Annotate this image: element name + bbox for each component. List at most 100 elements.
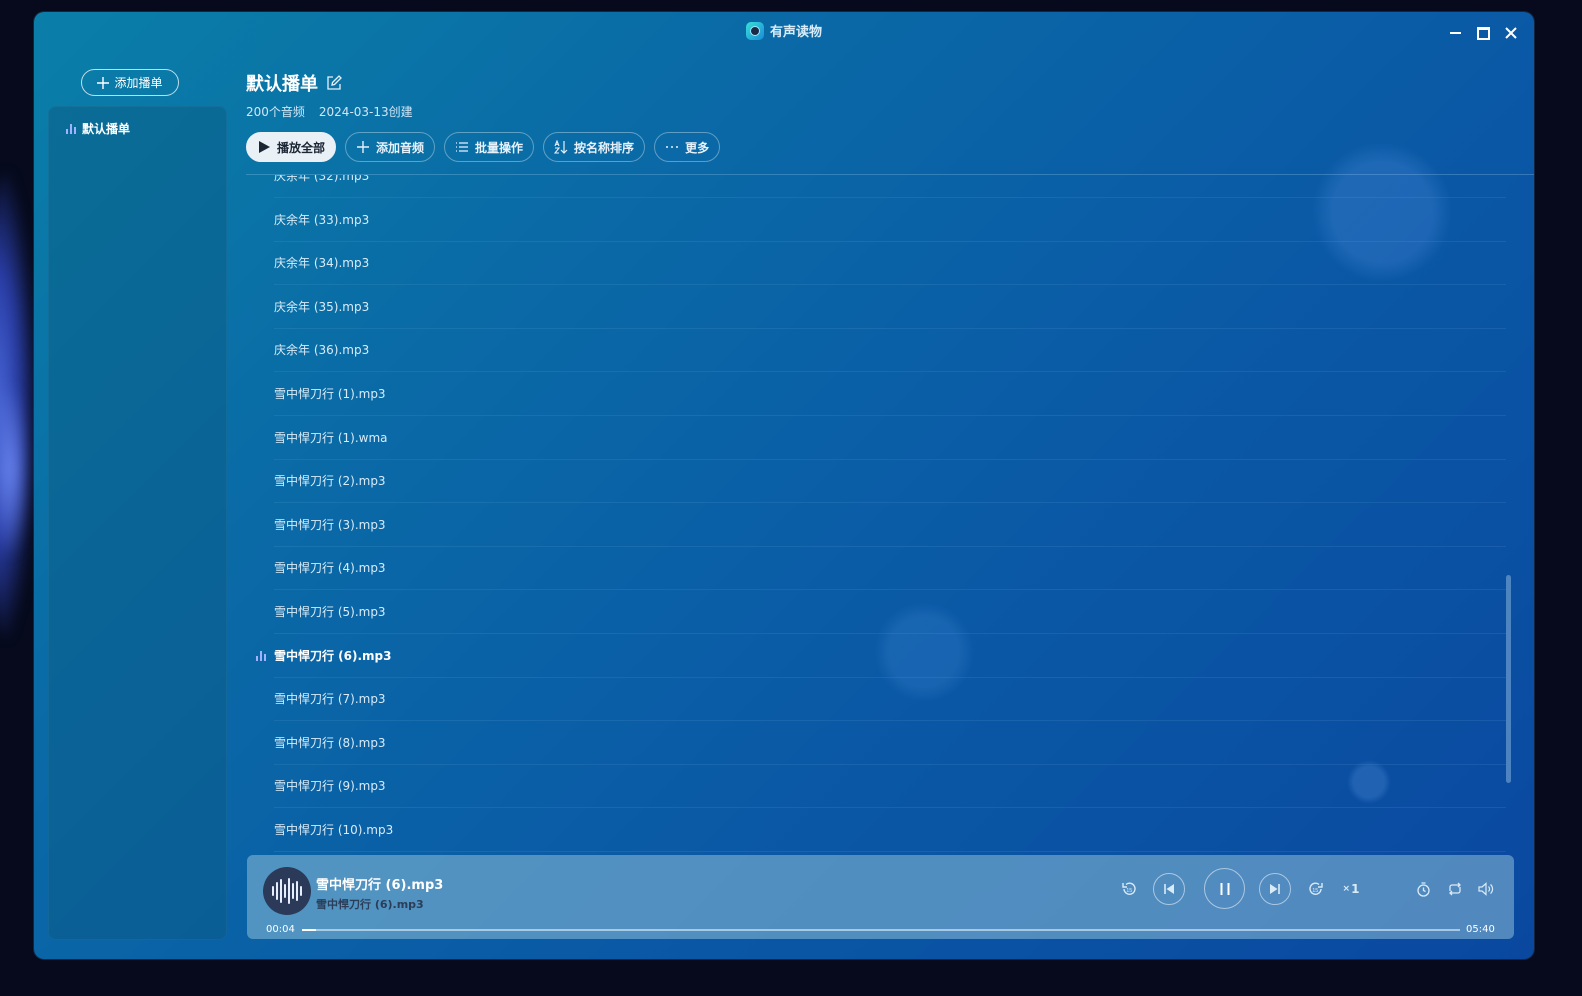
toolbar: 播放全部 添加音频 批量操作 按名称排序 更多: [246, 132, 721, 162]
track-row[interactable]: 庆余年 (34).mp3: [274, 242, 1506, 286]
volume-icon: [1478, 882, 1494, 896]
add-playlist-label: 添加播单: [114, 76, 163, 90]
sidebar-item-label: 默认播单: [82, 122, 131, 136]
progress-bar[interactable]: [302, 929, 1460, 931]
maximize-icon: [1476, 26, 1490, 40]
current-time: 00:04: [266, 924, 295, 935]
title-bar: 有声读物: [34, 12, 1534, 52]
track-name: 雪中悍刀行 (8).mp3: [274, 735, 386, 750]
speed-value: 1: [1351, 882, 1360, 896]
batch-operation-button[interactable]: 批量操作: [444, 132, 535, 162]
track-row[interactable]: 雪中悍刀行 (7).mp3: [274, 678, 1506, 722]
rewind-icon: 15: [1122, 882, 1136, 895]
skip-next-icon: [1270, 884, 1280, 894]
repeat-icon: [1449, 882, 1461, 896]
track-name: 雪中悍刀行 (6).mp3: [274, 648, 392, 663]
close-icon: [1505, 27, 1517, 39]
maximize-button[interactable]: [1472, 22, 1494, 44]
app-window: 有声读物 添加播单 默认播单 默认播单 200个音频 2024-03-13创建 …: [34, 12, 1534, 959]
track-name: 庆余年 (34).mp3: [274, 256, 370, 271]
track-row[interactable]: 雪中悍刀行 (2).mp3: [274, 460, 1506, 504]
ellipsis-icon: [666, 146, 679, 148]
created-date: 2024-03-13创建: [318, 105, 413, 119]
playlist-meta: 200个音频 2024-03-13创建: [246, 103, 413, 120]
track-row[interactable]: 雪中悍刀行 (3).mp3: [274, 504, 1506, 547]
track-row[interactable]: 雪中悍刀行 (1).wma: [274, 417, 1506, 460]
play-pause-button[interactable]: [1204, 868, 1245, 909]
add-audio-label: 添加音频: [376, 140, 425, 155]
previous-button[interactable]: [1153, 873, 1185, 905]
track-count: 200个音频: [246, 105, 305, 119]
next-button[interactable]: [1259, 873, 1291, 905]
pause-icon: [1220, 882, 1229, 895]
track-row[interactable]: 雪中悍刀行 (4).mp3: [274, 547, 1506, 591]
page-title: 默认播单: [246, 70, 342, 96]
plus-icon: [357, 141, 370, 153]
timer-icon: [1416, 881, 1430, 897]
rewind-15-button[interactable]: 15: [1119, 879, 1139, 899]
track-name: 雪中悍刀行 (10).mp3: [274, 823, 394, 837]
track-row[interactable]: 庆余年 (32).mp3: [274, 175, 1506, 198]
play-icon: [259, 141, 270, 153]
track-list: 庆余年 (32).mp3 庆余年 (33).mp3 庆余年 (34).mp3 庆余年 …: [246, 175, 1506, 855]
speed-multiplier-icon: ×: [1342, 884, 1351, 894]
track-name: 雪中悍刀行 (1).mp3: [274, 387, 386, 401]
track-name: 雪中悍刀行 (9).mp3: [274, 779, 386, 794]
track-row[interactable]: 庆余年 (33).mp3: [274, 199, 1506, 242]
forward-15-button[interactable]: 15: [1306, 879, 1326, 899]
more-button[interactable]: 更多: [654, 132, 721, 162]
resize-grip-icon[interactable]: [1524, 949, 1532, 959]
track-name: 庆余年 (33).mp3: [274, 212, 370, 227]
scrollbar-thumb[interactable]: [1506, 575, 1511, 783]
track-name: 庆余年 (32).mp3: [274, 175, 370, 183]
track-name: 雪中悍刀行 (7).mp3: [274, 692, 386, 707]
track-row[interactable]: 雪中悍刀行 (1).mp3: [274, 373, 1506, 416]
sleep-timer-button[interactable]: [1413, 879, 1433, 899]
track-name: 庆余年 (36).mp3: [274, 343, 370, 358]
sort-icon: [554, 140, 568, 154]
svg-text:15: 15: [1312, 888, 1318, 894]
add-audio-button[interactable]: 添加音频: [345, 132, 436, 162]
plus-icon: [97, 76, 110, 89]
add-playlist-button[interactable]: 添加播单: [81, 69, 179, 96]
sort-by-name-label: 按名称排序: [574, 140, 635, 155]
app-title: 有声读物: [746, 21, 822, 40]
track-row[interactable]: 庆余年 (36).mp3: [274, 329, 1506, 373]
minimize-icon: [1449, 32, 1461, 34]
track-name: 雪中悍刀行 (2).mp3: [274, 474, 386, 489]
batch-operation-label: 批量操作: [475, 140, 524, 155]
more-label: 更多: [685, 140, 710, 155]
close-button[interactable]: [1500, 22, 1522, 44]
app-title-text: 有声读物: [770, 25, 823, 40]
scrollbar[interactable]: [1506, 175, 1512, 855]
track-name: 雪中悍刀行 (5).mp3: [274, 605, 386, 619]
minimize-button[interactable]: [1444, 22, 1466, 44]
track-row[interactable]: 雪中悍刀行 (10).mp3: [274, 809, 1506, 852]
playlist-title: 默认播单: [246, 74, 318, 95]
album-cover[interactable]: [263, 867, 311, 915]
sort-by-name-button[interactable]: 按名称排序: [543, 132, 646, 162]
total-time: 05:40: [1466, 924, 1495, 935]
volume-button[interactable]: [1476, 879, 1496, 899]
sidebar: 默认播单: [48, 106, 227, 940]
track-row[interactable]: 雪中悍刀行 (8).mp3: [274, 722, 1506, 765]
track-row[interactable]: 庆余年 (35).mp3: [274, 286, 1506, 329]
equalizer-icon: [66, 123, 76, 134]
player-bar: 雪中悍刀行 (6).mp3 雪中悍刀行 (6).mp3 15 15 × 1 00…: [247, 855, 1514, 939]
sidebar-item-default-playlist[interactable]: 默认播单: [66, 120, 130, 137]
track-row[interactable]: 雪中悍刀行 (9).mp3: [274, 765, 1506, 809]
now-playing-title: 雪中悍刀行 (6).mp3: [316, 878, 444, 893]
repeat-mode-button[interactable]: [1445, 879, 1465, 899]
track-row[interactable]: 雪中悍刀行 (5).mp3: [274, 591, 1506, 634]
track-row[interactable]: 雪中悍刀行 (6).mp3: [256, 635, 1506, 678]
play-all-button[interactable]: 播放全部: [246, 132, 337, 162]
playback-speed-button[interactable]: × 1: [1339, 879, 1363, 899]
list-icon: [456, 142, 469, 152]
fast-forward-icon: 15: [1309, 882, 1323, 895]
edit-icon[interactable]: [326, 75, 342, 91]
track-name: 雪中悍刀行 (3).mp3: [274, 517, 386, 532]
track-name: 庆余年 (35).mp3: [274, 299, 370, 314]
now-playing-equalizer-icon: [256, 650, 266, 661]
track-name: 雪中悍刀行 (1).wma: [274, 430, 388, 445]
now-playing-subtitle: 雪中悍刀行 (6).mp3: [316, 898, 424, 911]
